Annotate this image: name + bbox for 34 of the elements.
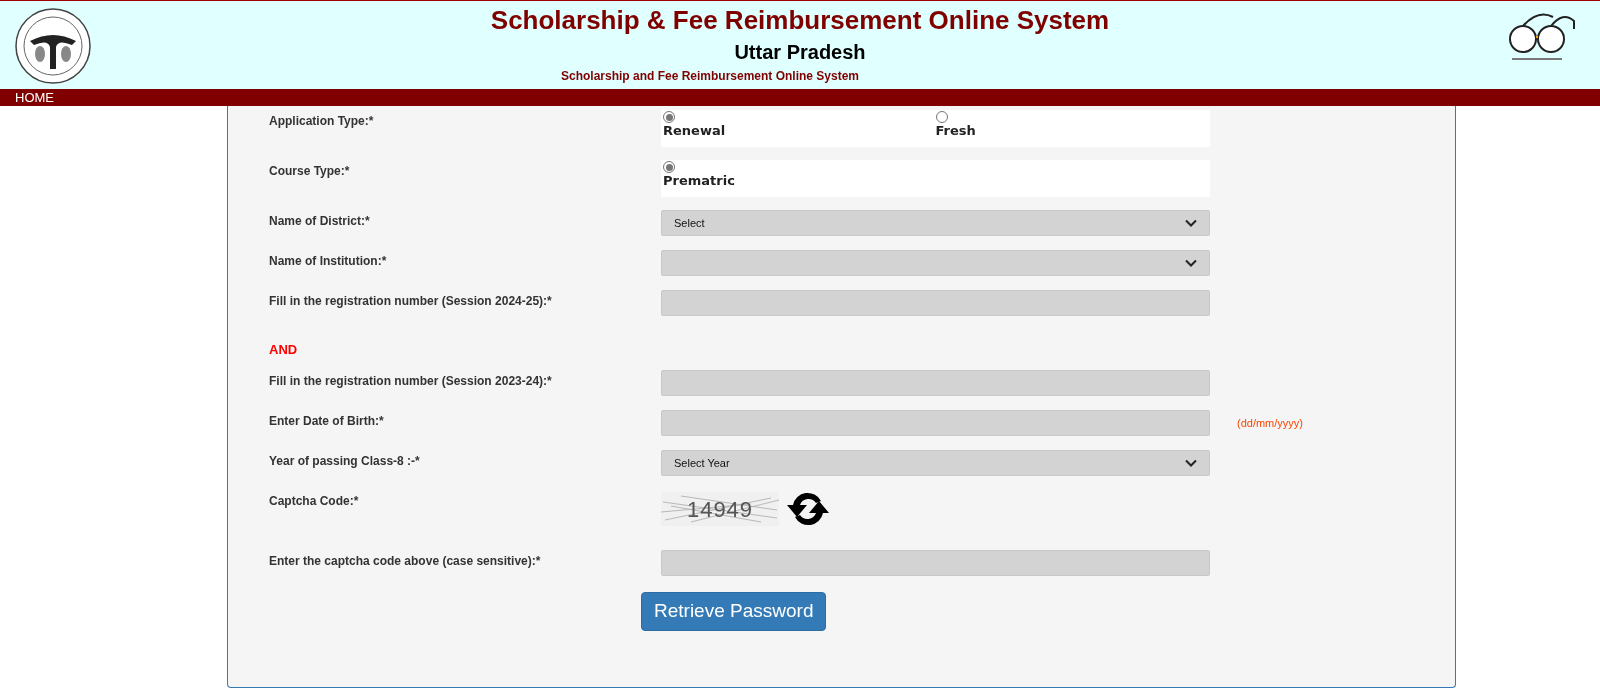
select-dropdown[interactable] [661,250,1210,276]
field-label: Fill in the registration number (Session 2024-25):* [269,293,553,310]
field-label: Year of passing Class-8 :-* [269,453,421,470]
field-label: Captcha Code:* [269,493,360,510]
site-subtitle: Scholarship and Fee Reimbursement Online System [560,68,860,84]
input-field[interactable] [661,370,1210,396]
field-label: Course Type:* [269,163,351,180]
select-dropdown[interactable]: Select [661,210,1210,236]
input-field[interactable] [661,290,1210,316]
input-field[interactable] [661,410,1210,436]
radio-button[interactable] [663,161,675,173]
home-link[interactable]: HOME [15,89,54,106]
field-label: Name of Institution:* [269,253,388,270]
field-label: Name of District:* [269,213,371,230]
state-title: Uttar Pradesh [734,40,866,65]
chevron-down-icon [1185,459,1197,467]
date-format-hint: (dd/mm/yyyy) [1237,416,1304,431]
radio-option[interactable]: Fresh [935,110,976,147]
radio-button[interactable] [935,111,948,123]
site-title: Scholarship & Fee Reimbursement Online System [490,4,1110,37]
field-label: Application Type:* [269,113,375,130]
field-label: Fill in the registration number (Session 2023-24):* [269,373,553,390]
field-label: Enter the captcha code above (case sensitive):* [269,553,542,570]
select-dropdown[interactable]: Select Year [661,450,1210,476]
and-label: AND [269,341,298,360]
field-label: Enter Date of Birth:* [269,413,385,430]
radio-option[interactable]: Renewal [663,110,726,147]
retrieve-password-button[interactable]: Retrieve Password [641,592,827,631]
input-field[interactable] [661,550,1210,576]
chevron-down-icon [1185,219,1197,227]
radio-button[interactable] [663,111,675,123]
chevron-down-icon [1185,259,1197,267]
captcha-image: 14949 [661,492,779,526]
radio-option[interactable]: Prematric [663,160,735,197]
